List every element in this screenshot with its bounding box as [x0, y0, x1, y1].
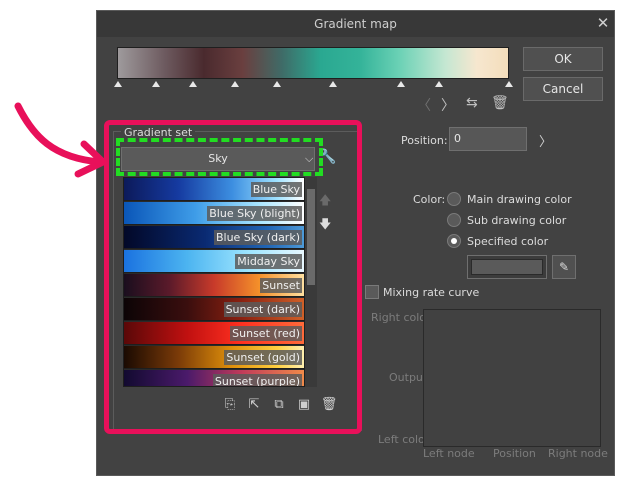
main-gradient-bar[interactable]	[117, 47, 509, 79]
gradient-node[interactable]	[231, 81, 239, 87]
right-node-label: Right node	[548, 447, 608, 460]
mixing-rate-checkbox[interactable]	[365, 285, 379, 299]
specified-color-swatch[interactable]	[467, 255, 547, 279]
right-color-label: Right color	[371, 311, 431, 324]
left-node-label: Left node	[423, 447, 475, 460]
eyedropper-icon[interactable]: ✎	[552, 255, 576, 279]
radio-label-sub: Sub drawing color	[467, 214, 567, 227]
radio-label-specified: Specified color	[467, 235, 549, 248]
gradient-node[interactable]	[435, 81, 443, 87]
left-color-label: Left color	[378, 433, 430, 446]
color-label: Color:	[413, 193, 446, 206]
mixing-curve-graph[interactable]	[423, 309, 601, 447]
radio-label-main: Main drawing color	[467, 193, 572, 206]
radio-main-drawing-color[interactable]	[447, 192, 461, 206]
radio-sub-drawing-color[interactable]	[447, 213, 461, 227]
trash-icon[interactable]: 🗑	[491, 95, 509, 111]
position-input[interactable]: 0	[449, 127, 527, 151]
dialog-title: Gradient map	[314, 17, 397, 31]
flip-icon[interactable]: ⇆	[466, 95, 478, 111]
pointer-arrow-icon	[14, 102, 107, 178]
gradient-node[interactable]	[152, 81, 160, 87]
gradient-node[interactable]	[329, 81, 337, 87]
close-icon[interactable]: ✕	[594, 14, 612, 32]
chevron-right-icon[interactable]: 〉	[441, 95, 455, 115]
gradient-node[interactable]	[397, 81, 405, 87]
title-bar: Gradient map ✕	[97, 11, 614, 37]
gradient-node[interactable]	[505, 81, 513, 87]
chevron-right-icon[interactable]: 〉	[539, 131, 552, 150]
radio-specified-color[interactable]	[447, 234, 461, 248]
ok-button[interactable]: OK	[523, 47, 603, 71]
dashed-highlight-frame	[116, 138, 323, 176]
output-label: Output	[389, 371, 428, 384]
cancel-button[interactable]: Cancel	[523, 77, 603, 101]
gradient-node[interactable]	[114, 81, 122, 87]
position-axis-label: Position	[493, 447, 536, 460]
chevron-left-icon[interactable]: 〈	[417, 95, 431, 115]
gradient-node[interactable]	[273, 81, 281, 87]
position-label: Position:	[401, 134, 448, 147]
gradient-node[interactable]	[189, 81, 197, 87]
mixing-rate-label: Mixing rate curve	[383, 286, 480, 299]
